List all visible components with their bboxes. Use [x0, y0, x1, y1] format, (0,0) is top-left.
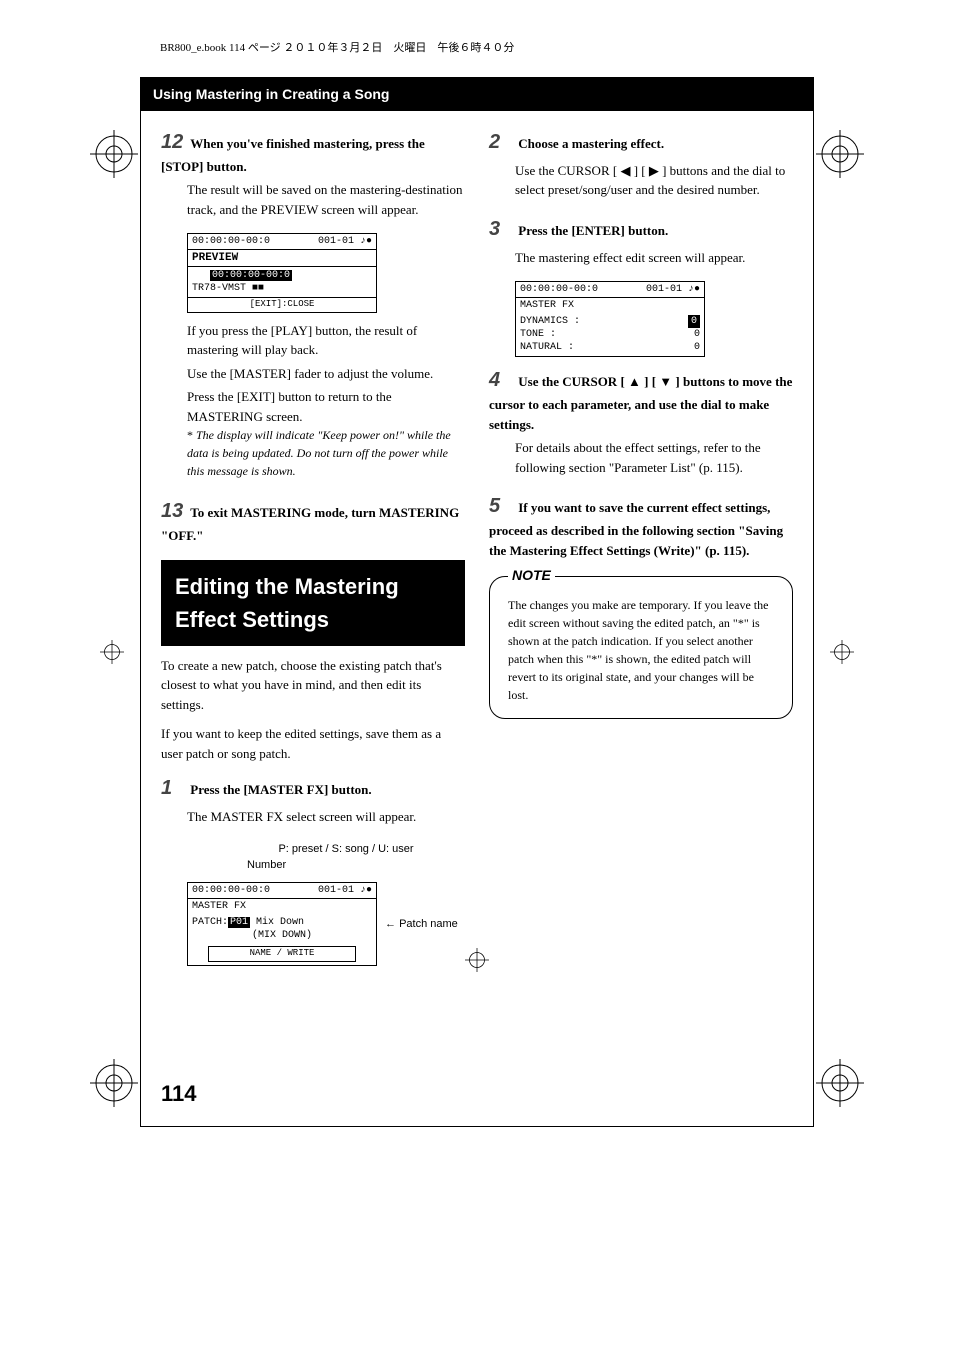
note-block: NOTE The changes you make are temporary.… — [489, 576, 793, 719]
left-column: 12 When you've finished mastering, press… — [161, 127, 465, 974]
step-2-body: Use the CURSOR [ ◀ ] [ ▶ ] buttons and t… — [515, 161, 793, 200]
step-12-title: When you've finished mastering, press th… — [161, 136, 425, 174]
intro-2: If you want to keep the edited settings,… — [161, 724, 465, 763]
registration-mark-mr — [830, 640, 854, 664]
annotation-number: Number — [247, 857, 465, 874]
screen2-timecode: 00:00:00-00:0 — [192, 884, 270, 897]
screen3-param3-val: 0 — [694, 341, 700, 354]
screen1-title: PREVIEW — [188, 250, 376, 267]
step-12-body-3: Use the [MASTER] fader to adjust the vol… — [187, 364, 465, 384]
registration-mark-tr — [816, 130, 864, 178]
step-3-title: Press the [ENTER] button. — [518, 223, 668, 238]
screen3-param3-name: NATURAL : — [520, 341, 574, 354]
screen2-title: MASTER FX — [188, 899, 376, 914]
right-column: 2 Choose a mastering effect. Use the CUR… — [489, 127, 793, 974]
step-1-number: 1 — [161, 773, 187, 803]
annotation-preset: P: preset / S: song / U: user — [227, 841, 465, 858]
screen2-patch-name: Mix Down — [256, 917, 304, 928]
step-2-number: 2 — [489, 127, 515, 157]
section-header: Using Mastering in Creating a Song — [141, 78, 813, 111]
arrow-left-icon — [385, 918, 399, 930]
screen3-param2-val: 0 — [694, 328, 700, 341]
screen1-line-2: TR78-VMST ■■ — [192, 282, 372, 295]
step-2-title: Choose a mastering effect. — [518, 136, 664, 151]
registration-mark-bl — [90, 1059, 138, 1107]
step-3-body: The mastering effect edit screen will ap… — [515, 248, 793, 268]
page-number: 114 — [161, 1077, 197, 1110]
master-fx-select-screen: 00:00:00-00:0 001-01 ♪● MASTER FX PATCH:… — [187, 882, 377, 966]
content-area: Using Mastering in Creating a Song 12 Wh… — [140, 77, 814, 1127]
step-12-body-4: Press the [EXIT] button to return to the… — [187, 387, 465, 426]
registration-mark-tl — [90, 130, 138, 178]
step-3: 3 Press the [ENTER] button. The masterin… — [489, 214, 793, 268]
step-12-body-2: If you press the [PLAY] button, the resu… — [187, 321, 465, 360]
step-12: 12 When you've finished mastering, press… — [161, 127, 465, 220]
step-13-title: To exit MASTERING mode, turn MASTERING "… — [161, 505, 459, 543]
step-12-number: 12 — [161, 127, 187, 157]
screen3-param1-name: DYNAMICS : — [520, 315, 580, 328]
note-label: NOTE — [508, 565, 555, 586]
step-3-number: 3 — [489, 214, 515, 244]
preview-screen: 00:00:00-00:0 001-01 ♪● PREVIEW 00:00:00… — [187, 233, 377, 313]
step-4-number: 4 — [489, 365, 515, 395]
step-5: 5 If you want to save the current effect… — [489, 491, 793, 560]
step-12-body-1: The result will be saved on the masterin… — [187, 180, 465, 219]
print-header: BR800_e.book 114 ページ ２０１０年３月２日 火曜日 午後６時４… — [60, 40, 894, 57]
screen2-marker: 001-01 ♪● — [318, 884, 372, 897]
step-5-number: 5 — [489, 491, 515, 521]
screen3-param1-val: 0 — [688, 315, 700, 328]
note-body: The changes you make are temporary. If y… — [508, 596, 774, 704]
screen1-line-1: 00:00:00-00:0 — [192, 269, 372, 282]
registration-mark-ml — [100, 640, 124, 664]
step-13: 13 To exit MASTERING mode, turn MASTERIN… — [161, 496, 465, 546]
screen2-footer: NAME / WRITE — [208, 946, 356, 962]
screen1-marker: 001-01 ♪● — [318, 235, 372, 248]
screen2-patch-label: PATCH: — [192, 917, 228, 928]
step-4-body: For details about the effect settings, r… — [515, 438, 793, 477]
step-1: 1 Press the [MASTER FX] button. The MAST… — [161, 773, 465, 827]
step-2: 2 Choose a mastering effect. Use the CUR… — [489, 127, 793, 200]
master-fx-edit-screen: 00:00:00-00:0 001-01 ♪● MASTER FX DYNAMI… — [515, 281, 705, 357]
step-4-title: Use the CURSOR [ ▲ ] [ ▼ ] buttons to mo… — [489, 374, 792, 432]
registration-mark-br — [816, 1059, 864, 1107]
step-5-title: If you want to save the current effect s… — [489, 500, 783, 558]
step-4: 4 Use the CURSOR [ ▲ ] [ ▼ ] buttons to … — [489, 365, 793, 477]
section-title-editing: Editing the Mastering Effect Settings — [161, 560, 465, 646]
screen3-title: MASTER FX — [516, 298, 704, 313]
screen2-patch-num: P01 — [228, 917, 250, 928]
step-1-body: The MASTER FX select screen will appear. — [187, 807, 465, 827]
screen3-timecode: 00:00:00-00:0 — [520, 283, 598, 296]
screen1-footer: [EXIT]:CLOSE — [188, 297, 376, 312]
step-12-note: The display will indicate "Keep power on… — [187, 426, 465, 480]
intro-1: To create a new patch, choose the existi… — [161, 656, 465, 715]
screen2-patch-sub: (MIX DOWN) — [192, 929, 372, 942]
annotation-patch-name: Patch name — [385, 916, 458, 933]
screen3-param2-name: TONE : — [520, 328, 556, 341]
screen3-marker: 001-01 ♪● — [646, 283, 700, 296]
screen1-timecode: 00:00:00-00:0 — [192, 235, 270, 248]
step-1-title: Press the [MASTER FX] button. — [190, 782, 371, 797]
step-13-number: 13 — [161, 496, 187, 526]
